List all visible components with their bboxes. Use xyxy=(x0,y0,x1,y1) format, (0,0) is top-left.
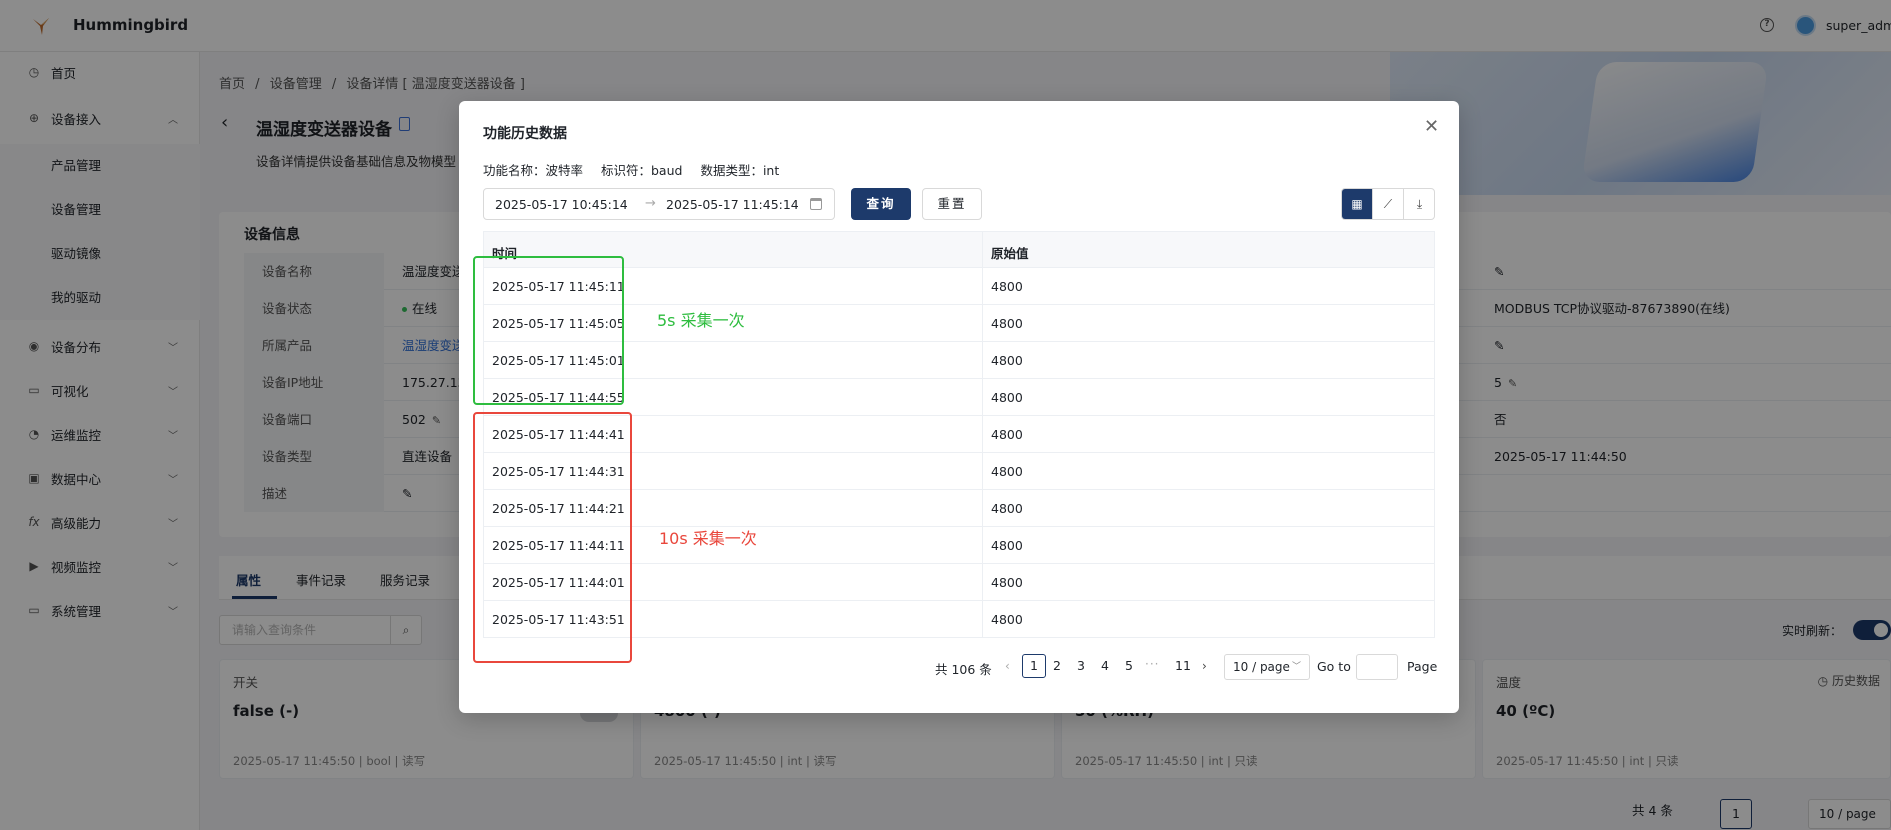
download-button[interactable]: ⤓ xyxy=(1404,189,1434,219)
table-row: 2025-05-17 11:45:11 4800 xyxy=(483,268,1435,305)
cell-value: 4800 xyxy=(991,353,1023,368)
page-number-2[interactable]: 2 xyxy=(1045,654,1069,678)
function-name: 功能名称：波特率 xyxy=(483,163,584,178)
cell-value: 4800 xyxy=(991,427,1023,442)
annotation-text-green: 5s 采集一次 xyxy=(657,311,745,330)
annotation-box-green xyxy=(473,256,624,405)
cell-value: 4800 xyxy=(991,538,1023,553)
download-icon: ⤓ xyxy=(1416,197,1423,211)
cell-value: 4800 xyxy=(991,390,1023,405)
range-end-input[interactable]: 2025-05-17 11:45:14 xyxy=(666,197,799,212)
cell-value: 4800 xyxy=(991,575,1023,590)
table-icon: ▦ xyxy=(1351,197,1363,211)
annotation-box-red xyxy=(473,412,632,663)
chart-view-button[interactable]: ⟋ xyxy=(1373,189,1404,219)
view-mode-group: ▦ ⟋ ⤓ xyxy=(1341,188,1435,220)
query-button[interactable]: 查询 xyxy=(851,188,911,220)
chevron-left-icon[interactable]: ‹ xyxy=(1005,659,1010,673)
table-header: 时间 原始值 xyxy=(483,231,1435,268)
reset-button[interactable]: 重置 xyxy=(922,188,982,220)
column-divider xyxy=(982,231,983,638)
cell-value: 4800 xyxy=(991,501,1023,516)
page-number-last[interactable]: 11 xyxy=(1171,654,1195,678)
table-row: 2025-05-17 11:45:05 4800 xyxy=(483,305,1435,342)
history-data-modal: 功能历史数据 ✕ 功能名称：波特率 标识符：baud 数据类型：int 2025… xyxy=(459,101,1459,713)
pagination-total: 共 106 条 xyxy=(935,662,992,677)
arrow-right-icon: → xyxy=(645,196,656,211)
page-number-3[interactable]: 3 xyxy=(1069,654,1093,678)
cell-value: 4800 xyxy=(991,612,1023,627)
goto-label: Go to xyxy=(1317,659,1351,674)
table-row: 2025-05-17 11:45:01 4800 xyxy=(483,342,1435,379)
pagination-ellipsis[interactable]: ··· xyxy=(1145,657,1159,671)
cell-value: 4800 xyxy=(991,316,1023,331)
chevron-down-icon: ﹀ xyxy=(1291,662,1301,672)
cell-value: 4800 xyxy=(991,464,1023,479)
page-number-4[interactable]: 4 xyxy=(1093,654,1117,678)
modal-title: 功能历史数据 xyxy=(483,126,567,142)
page-size-value: 10 / page xyxy=(1233,660,1290,674)
page-number-5[interactable]: 5 xyxy=(1117,654,1141,678)
function-identifier: 标识符：baud xyxy=(601,163,683,178)
page-size-select[interactable]: 10 / page ﹀ xyxy=(1224,654,1310,680)
cell-value: 4800 xyxy=(991,279,1023,294)
goto-page-input[interactable] xyxy=(1356,654,1398,680)
table-view-button[interactable]: ▦ xyxy=(1342,189,1373,219)
function-data-type: 数据类型：int xyxy=(700,163,780,178)
line-chart-icon: ⟋ xyxy=(1383,197,1393,211)
table-row: 2025-05-17 11:44:55 4800 xyxy=(483,379,1435,416)
annotation-text-red: 10s 采集一次 xyxy=(659,529,757,548)
date-range-picker[interactable]: 2025-05-17 10:45:14 → 2025-05-17 11:45:1… xyxy=(483,188,835,220)
calendar-icon xyxy=(810,198,822,210)
column-header-raw-value: 原始值 xyxy=(991,246,1029,261)
function-meta: 功能名称：波特率 标识符：baud 数据类型：int xyxy=(483,160,793,179)
chevron-right-icon[interactable]: › xyxy=(1202,659,1207,673)
page-number-1[interactable]: 1 xyxy=(1022,654,1046,678)
page-label: Page xyxy=(1407,659,1438,674)
close-icon[interactable]: ✕ xyxy=(1424,118,1439,136)
range-start-input[interactable]: 2025-05-17 10:45:14 xyxy=(495,197,628,212)
